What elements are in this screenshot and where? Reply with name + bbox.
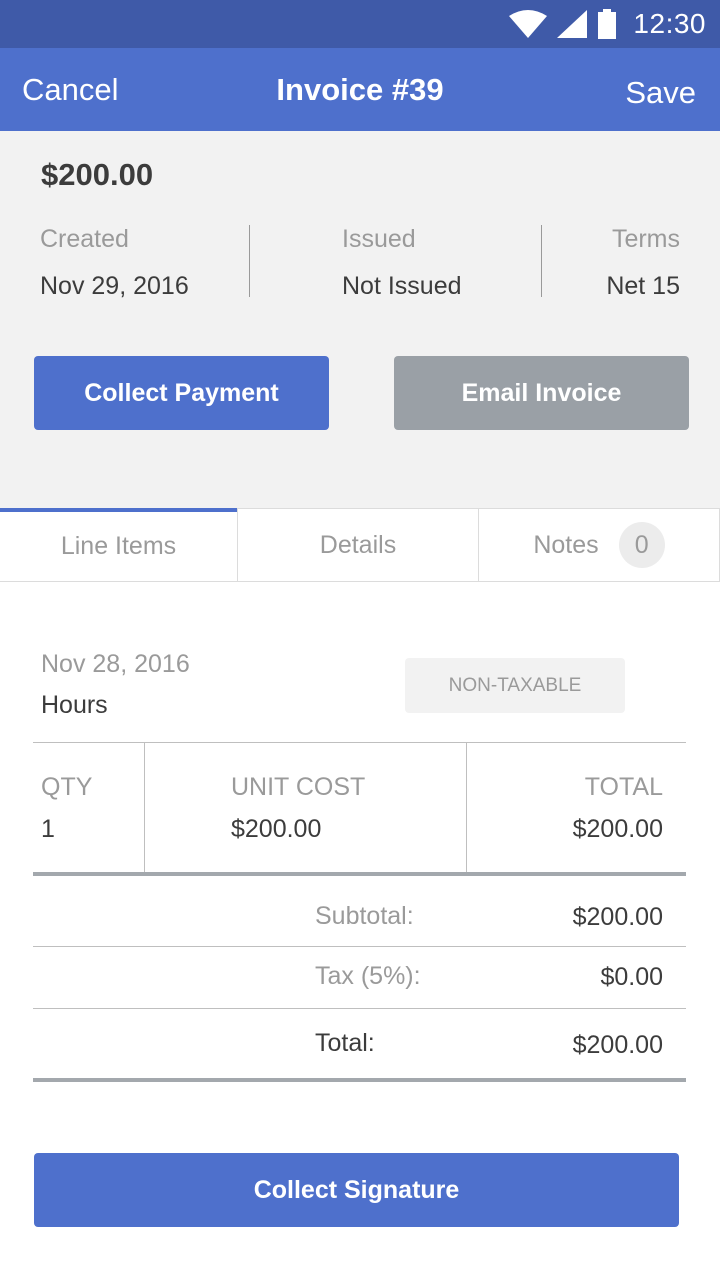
line-item-name[interactable]: Hours	[41, 691, 108, 720]
tab-label: Notes	[533, 530, 599, 559]
line-item-date: Nov 28, 2016	[41, 650, 190, 678]
issued-label: Issued	[342, 225, 416, 253]
tab-line-items[interactable]: Line Items	[0, 508, 237, 582]
created-label: Created	[40, 225, 129, 253]
status-bar: 12:30	[0, 0, 720, 48]
divider	[466, 742, 467, 873]
divider	[33, 872, 686, 876]
divider	[541, 225, 542, 297]
battery-icon	[598, 9, 617, 39]
collect-signature-button[interactable]: Collect Signature	[34, 1153, 679, 1227]
cell-signal-icon	[557, 10, 588, 38]
divider	[144, 742, 145, 873]
created-value: Nov 29, 2016	[40, 272, 189, 300]
save-button[interactable]: Save	[625, 75, 696, 111]
subtotal-value: $200.00	[572, 903, 663, 931]
collect-payment-button[interactable]: Collect Payment	[34, 356, 329, 430]
tab-notes[interactable]: Notes 0	[479, 508, 720, 582]
page-title: Invoice #39	[276, 72, 444, 107]
email-invoice-button[interactable]: Email Invoice	[394, 356, 689, 430]
grand-total-value: $200.00	[572, 1031, 663, 1059]
app-bar: Cancel Invoice #39 Save	[0, 48, 720, 131]
wifi-icon	[509, 10, 548, 38]
unit-cost-value: $200.00	[231, 815, 322, 843]
divider	[33, 742, 686, 743]
tax-label: Tax (5%):	[315, 962, 421, 990]
divider	[33, 1078, 686, 1082]
divider	[249, 225, 250, 297]
issued-value: Not Issued	[342, 272, 462, 300]
non-taxable-badge: NON-TAXABLE	[405, 658, 625, 713]
qty-value: 1	[41, 815, 55, 843]
subtotal-label: Subtotal:	[315, 902, 414, 930]
tab-label: Details	[319, 530, 397, 559]
created-info: Created Nov 29, 2016	[40, 225, 189, 301]
terms-value: Net 15	[606, 272, 680, 300]
terms-info: Terms Net 15	[606, 225, 680, 301]
tax-value: $0.00	[600, 963, 663, 991]
divider	[33, 1008, 686, 1009]
unit-cost-label: UNIT COST	[231, 773, 366, 801]
invoice-summary: $200.00 Created Nov 29, 2016 Issued Not …	[0, 131, 720, 508]
tab-bar: Line Items Details Notes 0	[0, 508, 720, 582]
grand-total-label: Total:	[315, 1029, 375, 1057]
total-label: TOTAL	[584, 773, 663, 801]
divider	[33, 946, 686, 947]
tab-details[interactable]: Details	[237, 508, 479, 582]
status-icons: 12:30	[509, 6, 706, 42]
qty-label: QTY	[41, 773, 93, 801]
total-value: $200.00	[572, 815, 663, 843]
terms-label: Terms	[611, 225, 680, 253]
notes-count-badge: 0	[618, 522, 665, 568]
tab-label: Line Items	[60, 532, 177, 560]
issued-info: Issued Not Issued	[342, 225, 462, 301]
clock: 12:30	[633, 8, 706, 39]
invoice-amount: $200.00	[41, 157, 154, 192]
